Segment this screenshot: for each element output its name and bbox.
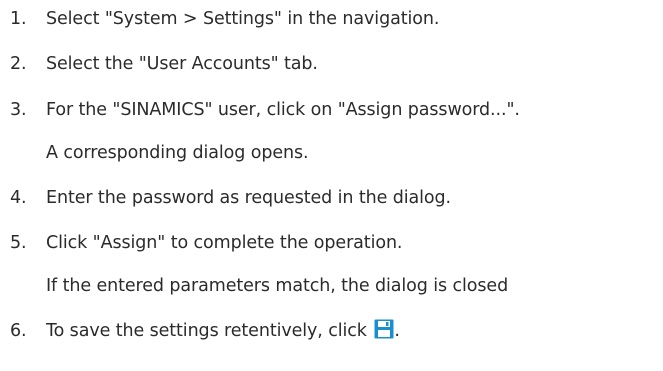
- step-number: 6.: [10, 321, 27, 341]
- step-text-end: .: [394, 321, 400, 341]
- step-number: 3.: [10, 100, 27, 120]
- step-text: Select "System > Settings" in the naviga…: [46, 9, 440, 29]
- instruction-list: 1. Select "System > Settings" in the nav…: [0, 0, 663, 371]
- save-icon: [374, 319, 394, 339]
- step-text: Click "Assign" to complete the operation…: [46, 233, 403, 253]
- step-number: 1.: [10, 9, 27, 29]
- step-result: If the entered parameters match, the dia…: [46, 276, 509, 296]
- step-text: For the "SINAMICS" user, click on "Assig…: [46, 100, 520, 120]
- step-number: 5.: [10, 233, 27, 253]
- step-text: Enter the password as requested in the d…: [46, 188, 451, 208]
- step-text: Select the "User Accounts" tab.: [46, 54, 318, 74]
- step-text-wrapper: To save the settings retentively, click …: [46, 317, 400, 345]
- step-text: To save the settings retentively, click: [46, 321, 367, 341]
- step-result: A corresponding dialog opens.: [46, 143, 309, 163]
- step-number: 2.: [10, 54, 27, 74]
- step-number: 4.: [10, 188, 27, 208]
